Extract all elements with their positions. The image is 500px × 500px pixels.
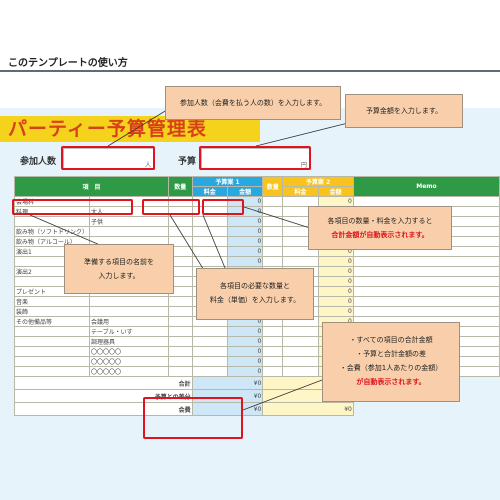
callout-qty-line1: 各項目の必要な数量と — [220, 282, 290, 290]
callout-auto-line1: 各項目の数量・料金を入力すると — [327, 217, 433, 225]
callout-budget: 予算金額を入力します。 — [345, 94, 463, 128]
callout-item-line1: 準備する項目の名前を — [84, 258, 154, 266]
callout-totals-line2: ・予算と合計金額の差 — [356, 350, 426, 358]
callout-budget-text: 予算金額を入力します。 — [365, 107, 443, 115]
callout-qty-line2: 料金（単価）を入力します。 — [209, 296, 301, 304]
callout-item-name: 準備する項目の名前を 入力します。 — [64, 244, 174, 294]
callout-qty-price: 各項目の必要な数量と 料金（単価）を入力します。 — [196, 268, 314, 320]
callout-totals-line4: が自動表示されます。 — [356, 378, 426, 386]
callout-auto-total: 各項目の数量・料金を入力すると 合計金額が自動表示されます。 — [308, 206, 452, 250]
callout-participants-text: 参加人数（会費を払う人の数）を入力します。 — [179, 99, 327, 107]
callout-totals: ・すべての項目の合計金額 ・予算と合計金額の差 ・会費（参加1人あたりの金額） … — [322, 322, 460, 402]
callout-auto-line2: 合計金額が自動表示されます。 — [331, 231, 429, 239]
callout-participants: 参加人数（会費を払う人の数）を入力します。 — [165, 86, 341, 120]
callout-totals-line3: ・会費（参加1人あたりの金額） — [339, 364, 443, 372]
callout-item-line2: 入力します。 — [98, 272, 140, 280]
callout-totals-line1: ・すべての項目の合計金額 — [349, 336, 433, 344]
